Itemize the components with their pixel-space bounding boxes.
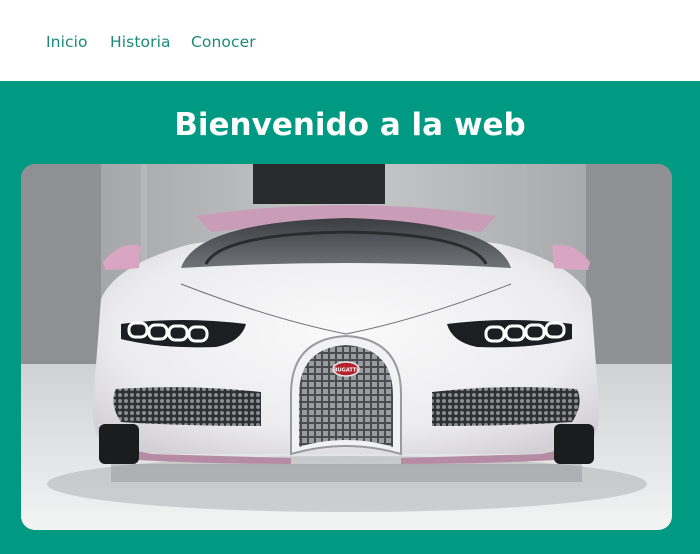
hero-car-image: BUGATTI <box>21 164 672 530</box>
nav-link-inicio[interactable]: Inicio <box>46 32 88 52</box>
nav-link-conocer[interactable]: Conocer <box>191 32 256 52</box>
hero-title: Bienvenido a la web <box>174 107 526 143</box>
car-illustration: BUGATTI <box>21 164 672 530</box>
nav-link-historia[interactable]: Historia <box>110 32 171 52</box>
hero-section: Bienvenido a la web BUGATTI <box>0 81 700 554</box>
brand-badge: BUGATTI <box>334 368 358 374</box>
navbar: Inicio Historia Conocer <box>0 0 700 81</box>
